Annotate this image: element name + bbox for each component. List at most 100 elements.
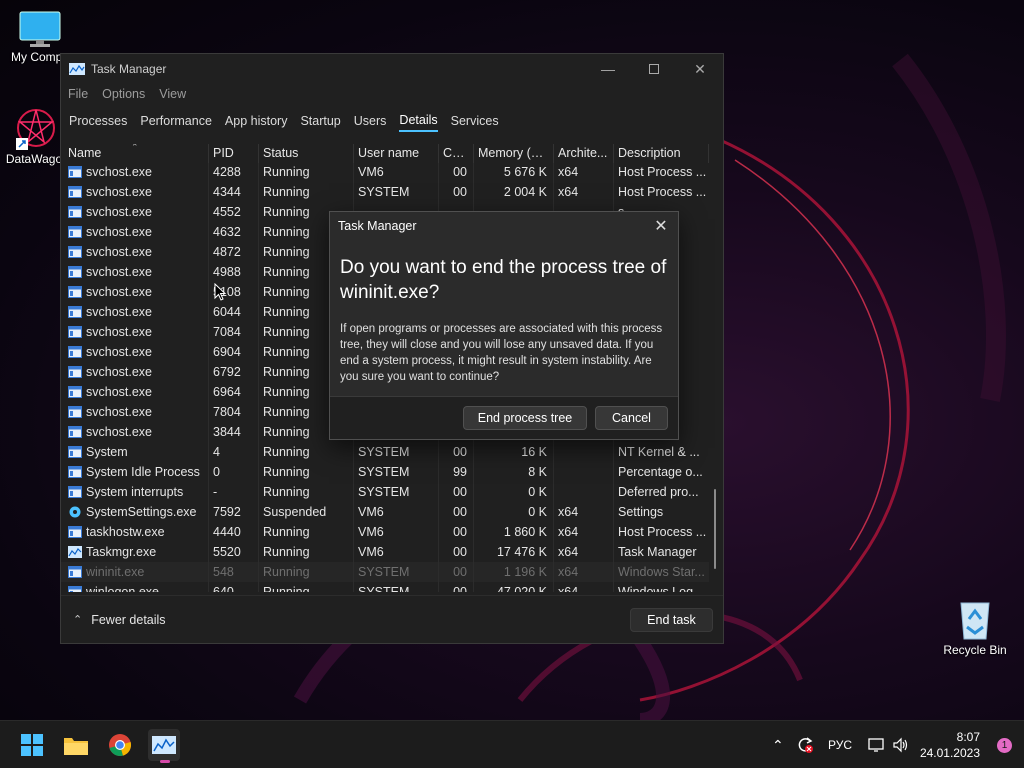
cell-status: Running: [259, 522, 354, 542]
end-process-tree-button[interactable]: End process tree: [463, 406, 587, 430]
cell-pid: 640: [209, 582, 259, 592]
show-hidden-icons-button[interactable]: ⌃: [772, 721, 784, 768]
table-row[interactable]: svchost.exe 4344 Running SYSTEM 00 2 004 Kx64…: [61, 182, 709, 202]
sync-status-button[interactable]: [796, 721, 814, 768]
process-window-icon: [68, 426, 82, 438]
cell-mem: 2 004 K: [474, 182, 554, 202]
table-row[interactable]: Taskmgr.exe 5520 Running VM6 00 17 476 Kx64 Ta…: [61, 542, 709, 562]
column-header-pid[interactable]: PID: [209, 144, 259, 163]
language-indicator[interactable]: РУС: [828, 721, 852, 768]
cell-user: VM6: [354, 162, 439, 182]
column-header-cpu[interactable]: CPU: [439, 144, 474, 163]
cell-status: Running: [259, 442, 354, 462]
column-header-memory[interactable]: Memory (a...: [474, 144, 554, 163]
cell-pid: 4872: [209, 242, 259, 262]
cancel-button[interactable]: Cancel: [595, 406, 668, 430]
task-manager-taskbar-button[interactable]: [148, 729, 180, 763]
minimize-button[interactable]: —: [585, 54, 631, 84]
tab-bar: Processes Performance App history Startu…: [61, 108, 723, 134]
table-row[interactable]: System Idle Process 0 Running SYSTEM 99 8 K Pe…: [61, 462, 709, 482]
cell-arch: x64: [554, 522, 614, 542]
cell-pid: 7592: [209, 502, 259, 522]
recycle-bin-icon: [960, 602, 990, 640]
column-header-description[interactable]: Description: [614, 144, 709, 163]
table-row[interactable]: SystemSettings.exe 7592 Suspended VM6 00 0 Kx…: [61, 502, 709, 522]
cell-pid: 4: [209, 442, 259, 462]
taskbar: ⌃ РУС 8:07 24.01.2023 1: [0, 720, 1024, 768]
tab-app-history[interactable]: App history: [225, 111, 288, 131]
chrome-button[interactable]: [104, 729, 136, 761]
process-name: svchost.exe: [86, 265, 153, 279]
process-name: svchost.exe: [86, 325, 153, 339]
task-manager-icon: [69, 63, 85, 75]
table-row[interactable]: svchost.exe 4288 Running VM6 00 5 676 Kx64 Hos…: [61, 162, 709, 182]
cell-cpu: 00: [439, 502, 474, 522]
volume-button[interactable]: [892, 721, 910, 768]
cell-pid: 6792: [209, 362, 259, 382]
cell-status: Suspended: [259, 502, 354, 522]
cell-user: SYSTEM: [354, 182, 439, 202]
tab-startup[interactable]: Startup: [300, 111, 340, 131]
table-row[interactable]: wininit.exe 548 Running SYSTEM 00 1 196 Kx64 W…: [61, 562, 709, 582]
table-row[interactable]: System 4 Running SYSTEM 00 16 K NT Kernel & ..…: [61, 442, 709, 462]
fewer-details-button[interactable]: ⌃ Fewer details: [73, 613, 166, 627]
cell-mem: 17 476 K: [474, 542, 554, 562]
process-name: System Idle Process: [86, 465, 200, 479]
process-name: svchost.exe: [86, 165, 153, 179]
language-label: РУС: [828, 738, 853, 752]
cell-desc: Percentage o...: [618, 465, 703, 479]
column-header-status[interactable]: Status: [259, 144, 354, 163]
vertical-scrollbar[interactable]: [714, 489, 716, 569]
menu-view[interactable]: View: [159, 87, 186, 101]
cell-arch: x64: [554, 542, 614, 562]
close-button[interactable]: ✕: [677, 54, 723, 84]
process-window-icon: [68, 466, 82, 478]
process-name: svchost.exe: [86, 365, 153, 379]
cell-mem: 1 860 K: [474, 522, 554, 542]
menu-options[interactable]: Options: [102, 87, 145, 101]
cell-user: SYSTEM: [354, 482, 439, 502]
process-name: svchost.exe: [86, 245, 153, 259]
start-button[interactable]: [16, 729, 48, 761]
process-name: svchost.exe: [86, 225, 153, 239]
mouse-cursor-icon: [214, 283, 226, 301]
process-name: svchost.exe: [86, 345, 153, 359]
cell-desc: Windows Log...: [618, 585, 704, 592]
tab-details[interactable]: Details: [399, 110, 438, 132]
menu-file[interactable]: File: [68, 87, 88, 101]
column-header-user-name[interactable]: User name: [354, 144, 439, 163]
cell-name: svchost.exe: [61, 402, 209, 422]
tab-services[interactable]: Services: [451, 111, 499, 131]
cell-cpu: 00: [439, 542, 474, 562]
cell-arch: x64: [554, 582, 614, 592]
end-task-button[interactable]: End task: [630, 607, 713, 632]
table-row[interactable]: taskhostw.exe 4440 Running VM6 00 1 860 Kx64 H…: [61, 522, 709, 542]
tab-users[interactable]: Users: [354, 111, 387, 131]
desktop-icon-label: Recycle Bin: [943, 643, 1007, 657]
sync-error-icon: [798, 737, 813, 753]
dialog-footer: End process tree Cancel: [330, 396, 678, 439]
tab-performance[interactable]: Performance: [140, 111, 212, 131]
process-window-icon: [68, 326, 82, 338]
network-button[interactable]: [868, 721, 886, 768]
cell-name: Taskmgr.exe: [61, 542, 209, 562]
dialog-close-icon[interactable]: ✕: [652, 217, 670, 235]
cell-desc: Host Process ...: [618, 185, 707, 199]
window-title: Task Manager: [91, 62, 167, 76]
monitor-icon: [19, 11, 61, 47]
process-window-icon: [68, 586, 82, 592]
cell-name: svchost.exe: [61, 162, 209, 182]
column-header-architecture[interactable]: Archite...: [554, 144, 614, 163]
cell-name: svchost.exe: [61, 222, 209, 242]
notification-badge[interactable]: 1: [997, 738, 1012, 753]
cell-desc: Windows Star...: [618, 565, 705, 579]
table-row[interactable]: winlogon.exe 640 Running SYSTEM 00 47 020 Kx6…: [61, 582, 709, 592]
cell-name: svchost.exe: [61, 202, 209, 222]
clock[interactable]: 8:07 24.01.2023: [920, 729, 980, 761]
table-row[interactable]: System interrupts - Running SYSTEM 00 0 K Defe…: [61, 482, 709, 502]
file-explorer-button[interactable]: [60, 729, 92, 761]
desktop-icon-recycle-bin[interactable]: Recycle Bin: [935, 597, 1015, 657]
maximize-button[interactable]: [631, 54, 677, 84]
cell-pid: 0: [209, 462, 259, 482]
tab-processes[interactable]: Processes: [69, 111, 127, 131]
